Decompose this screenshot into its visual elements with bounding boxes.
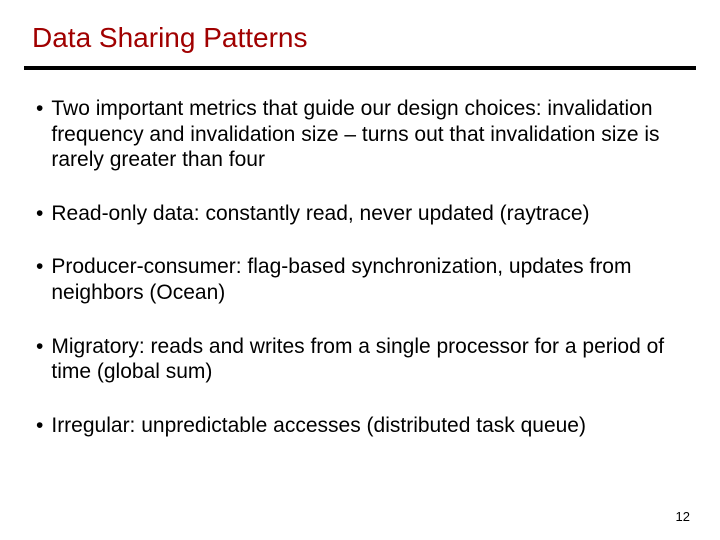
slide-title: Data Sharing Patterns bbox=[0, 0, 720, 62]
bullet-icon: • bbox=[36, 413, 51, 439]
bullet-item: • Irregular: unpredictable accesses (dis… bbox=[36, 413, 692, 439]
bullet-item: • Migratory: reads and writes from a sin… bbox=[36, 334, 692, 385]
bullet-icon: • bbox=[36, 96, 51, 122]
bullet-text: Read-only data: constantly read, never u… bbox=[51, 201, 692, 227]
bullet-text: Producer-consumer: flag-based synchroniz… bbox=[51, 254, 692, 305]
bullet-icon: • bbox=[36, 201, 51, 227]
bullet-icon: • bbox=[36, 254, 51, 280]
slide-body: • Two important metrics that guide our d… bbox=[0, 70, 720, 438]
bullet-text: Irregular: unpredictable accesses (distr… bbox=[51, 413, 692, 439]
bullet-item: • Producer-consumer: flag-based synchron… bbox=[36, 254, 692, 305]
bullet-item: • Read-only data: constantly read, never… bbox=[36, 201, 692, 227]
page-number: 12 bbox=[676, 509, 690, 524]
bullet-text: Two important metrics that guide our des… bbox=[51, 96, 692, 173]
bullet-item: • Two important metrics that guide our d… bbox=[36, 96, 692, 173]
bullet-text: Migratory: reads and writes from a singl… bbox=[51, 334, 692, 385]
slide: Data Sharing Patterns • Two important me… bbox=[0, 0, 720, 540]
bullet-icon: • bbox=[36, 334, 51, 360]
